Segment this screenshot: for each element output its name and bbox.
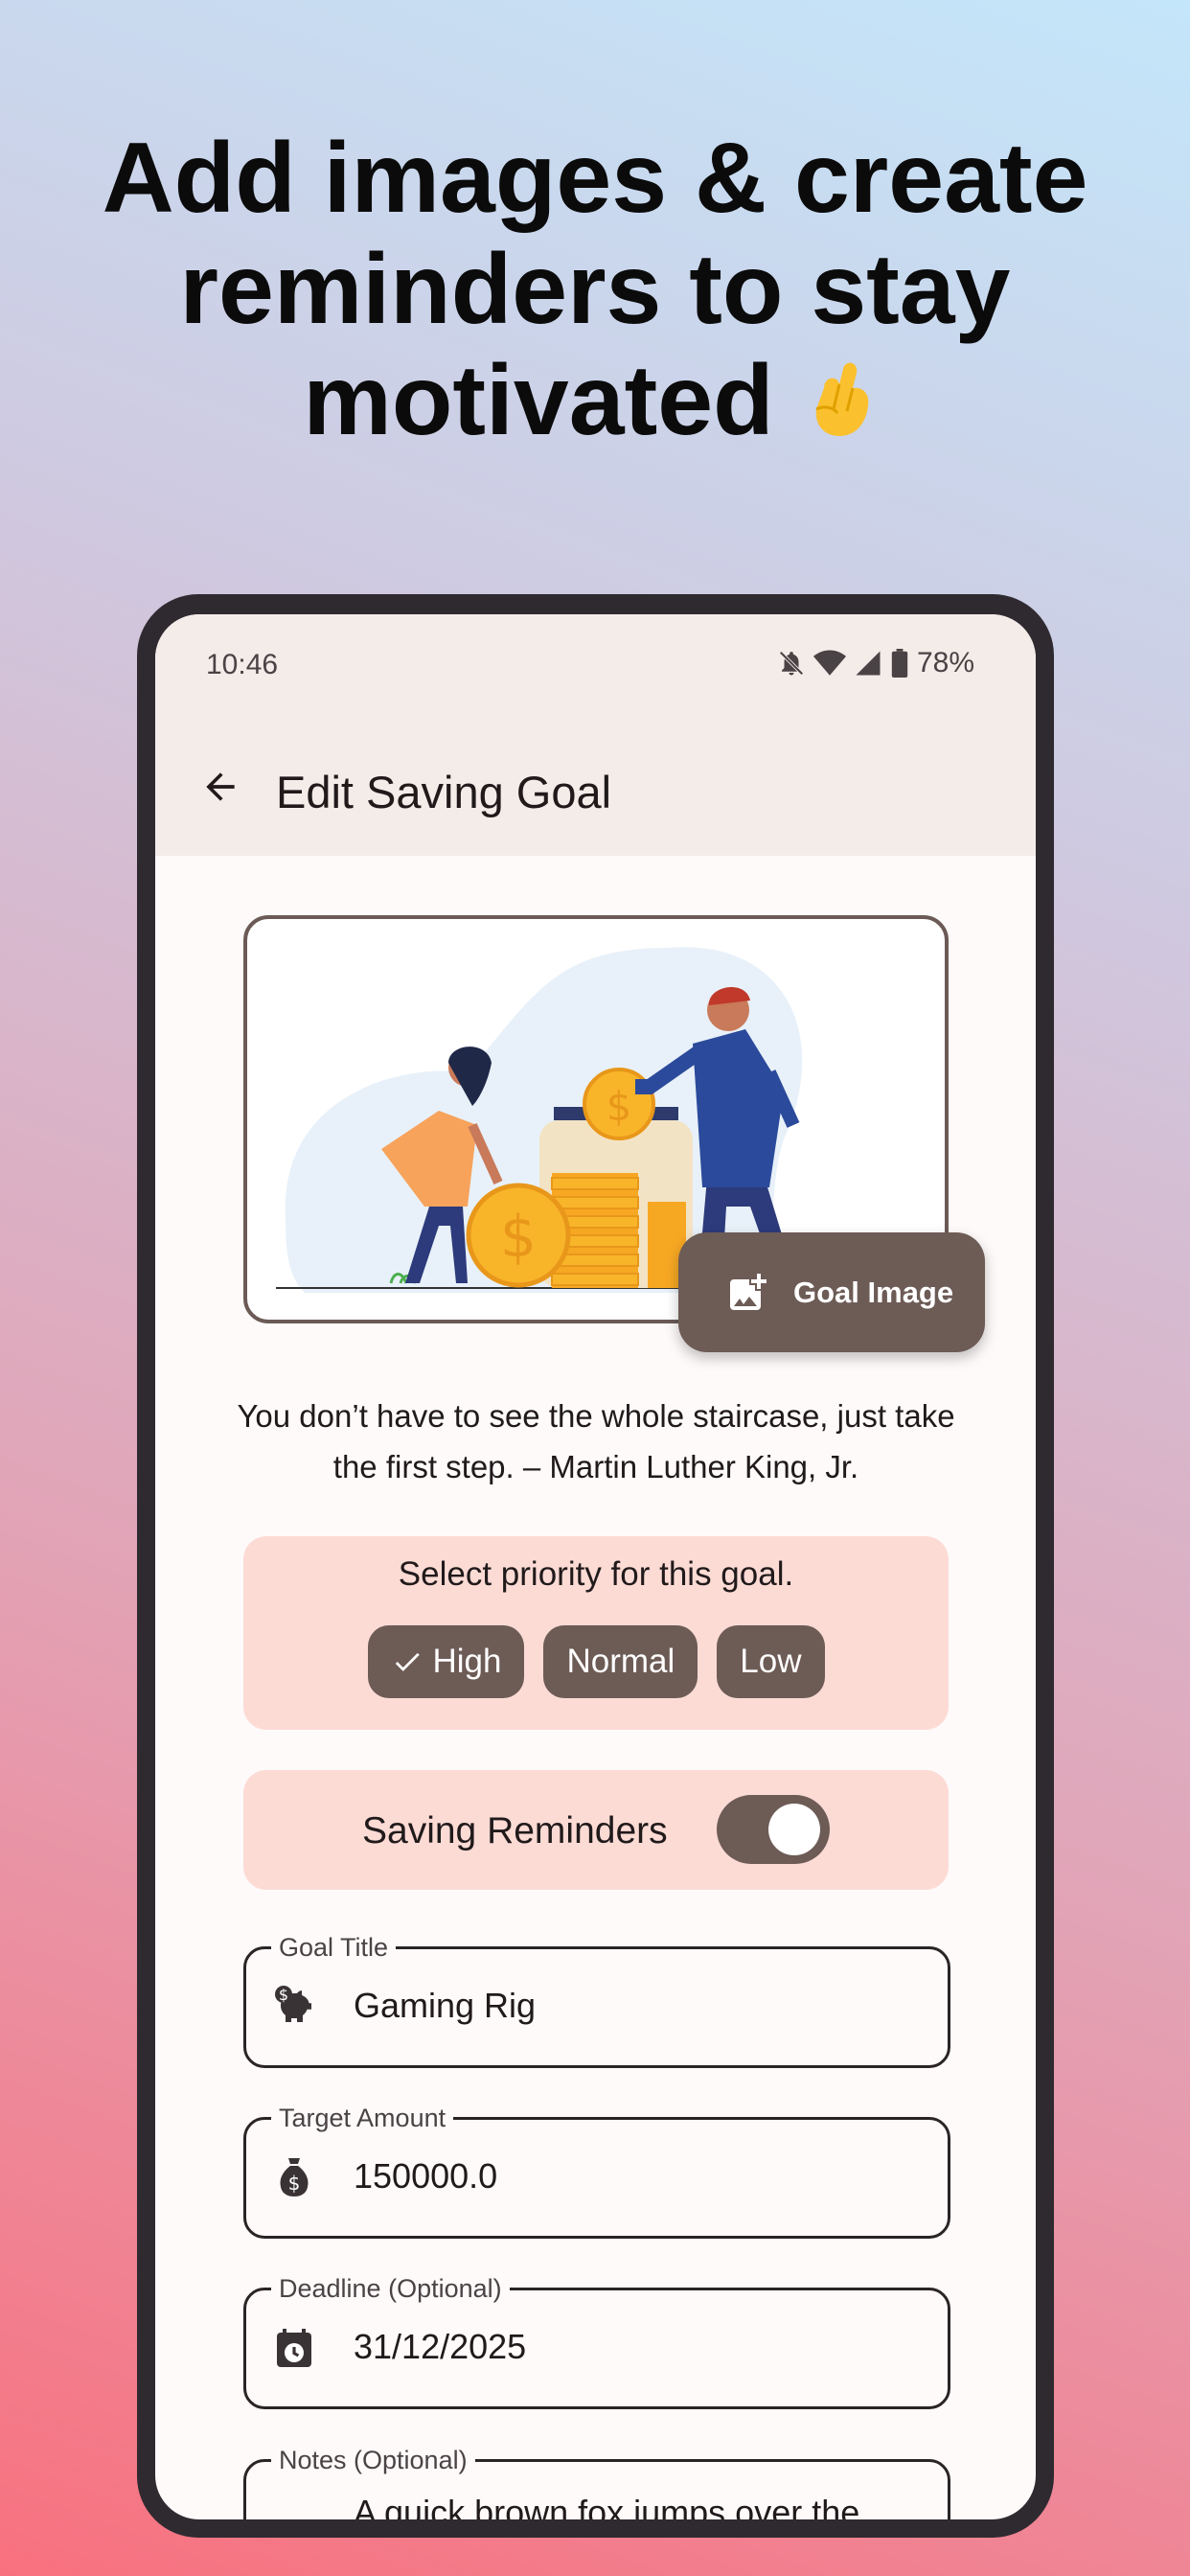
goal-image-button-label: Goal Image	[793, 1275, 954, 1309]
headline-line-3-text: motivated	[303, 345, 774, 456]
target-amount-value: 150000.0	[354, 2156, 498, 2196]
priority-chip-high[interactable]: High	[367, 1625, 525, 1698]
priority-chip-high-label: High	[432, 1643, 502, 1680]
battery-icon	[891, 649, 908, 678]
crossed-fingers-emoji-icon	[814, 362, 868, 436]
goal-image-button[interactable]: Goal Image	[678, 1232, 985, 1352]
calendar-clock-icon	[277, 2329, 311, 2367]
priority-chips: High Normal Low	[243, 1625, 949, 1698]
goal-title-label: Goal Title	[271, 1933, 397, 1962]
phone-screen: 10:46 78% Edit Saving Goal $ $ Goal Imag…	[155, 614, 1036, 2519]
saving-reminders-card: Saving Reminders	[243, 1770, 949, 1890]
status-bar: 10:46 78%	[155, 614, 1036, 718]
page-title: Edit Saving Goal	[276, 767, 612, 817]
toggle-knob	[768, 1804, 820, 1855]
status-time: 10:46	[206, 649, 279, 680]
priority-chip-normal-label: Normal	[566, 1643, 675, 1680]
priority-chip-low[interactable]: Low	[717, 1625, 825, 1698]
deadline-value: 31/12/2025	[354, 2327, 527, 2366]
notes-value: A quick brown fox jumps over the	[354, 2493, 860, 2519]
motivational-quote: You don’t have to see the whole staircas…	[237, 1398, 955, 1484]
app-bar: Edit Saving Goal	[155, 718, 1036, 856]
arrow-back-icon	[206, 772, 235, 801]
battery-percent: 78%	[916, 647, 974, 678]
notes-label: Notes (Optional)	[271, 2446, 475, 2474]
deadline-field[interactable]: Deadline (Optional) 31/12/2025	[243, 2274, 950, 2409]
add-photo-icon	[730, 1273, 767, 1310]
check-icon	[395, 1652, 420, 1671]
target-amount-field[interactable]: Target Amount $ 150000.0	[243, 2104, 950, 2239]
priority-chip-low-label: Low	[740, 1643, 802, 1680]
saving-reminders-label: Saving Reminders	[362, 1810, 668, 1852]
deadline-label: Deadline (Optional)	[271, 2274, 510, 2303]
svg-text:$: $	[500, 1204, 537, 1271]
svg-text:$: $	[606, 1083, 632, 1130]
notifications-off-icon	[779, 651, 804, 676]
back-button[interactable]	[190, 756, 251, 817]
target-amount-label: Target Amount	[271, 2104, 454, 2132]
headline-line-2: reminders to stay	[179, 234, 1011, 345]
status-icons: 78%	[777, 647, 974, 679]
priority-title: Select priority for this goal.	[398, 1555, 794, 1593]
signal-icon	[856, 651, 881, 676]
notes-field[interactable]: Notes (Optional) A quick brown fox jumps…	[243, 2446, 950, 2519]
headline: Add images & create reminders to stay mo…	[0, 123, 1190, 456]
saving-reminders-toggle[interactable]	[717, 1795, 830, 1864]
priority-chip-normal[interactable]: Normal	[543, 1625, 698, 1698]
svg-text:$: $	[288, 2172, 301, 2195]
wifi-icon	[812, 650, 846, 676]
goal-title-value: Gaming Rig	[354, 1986, 537, 2025]
money-bag-icon: $	[280, 2158, 309, 2196]
goal-title-field[interactable]: Goal Title $ Gaming Rig	[243, 1933, 950, 2068]
priority-card: Select priority for this goal. High Norm…	[243, 1536, 949, 1730]
svg-text:$: $	[279, 1986, 288, 2004]
headline-line-3: motivated	[0, 345, 1190, 456]
headline-line-1: Add images & create	[102, 123, 1088, 234]
savings-piggy-icon: $	[275, 1986, 311, 2022]
